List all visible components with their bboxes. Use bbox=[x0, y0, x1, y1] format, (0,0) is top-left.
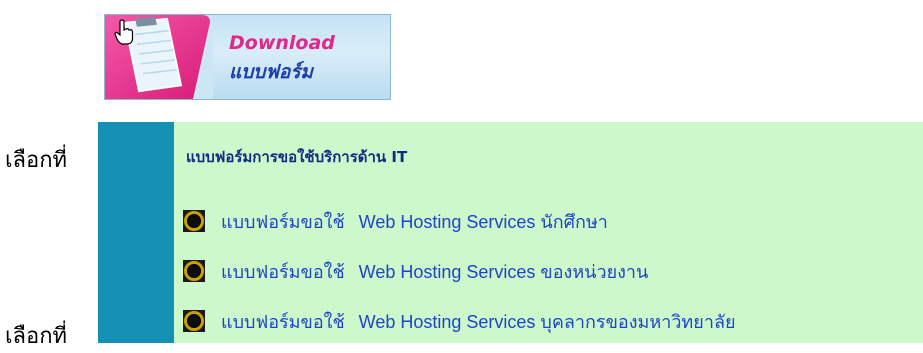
form-link-prefix: แบบฟอร์มขอใช้ bbox=[221, 211, 345, 232]
form-link-text: Web Hosting Services บุคลากรของมหาวิทยาล… bbox=[358, 311, 736, 332]
form-link-department-hosting[interactable]: แบบฟอร์มขอใช้ Web Hosting Services ของหน… bbox=[183, 259, 648, 283]
panel-sidebar bbox=[98, 122, 174, 343]
step-1-label: เลือกที่ bbox=[5, 148, 68, 173]
form-link-prefix: แบบฟอร์มขอใช้ bbox=[221, 261, 345, 282]
panel-content: แบบฟอร์มการขอใช้บริการด้าน IT แบบฟอร์มขอ… bbox=[174, 122, 923, 343]
download-form-button[interactable]: Download แบบฟอร์ม bbox=[104, 14, 391, 100]
step-2-label: เลือกที่ bbox=[5, 324, 68, 349]
panel-title: แบบฟอร์มการขอใช้บริการด้าน IT bbox=[186, 148, 408, 166]
hand-cursor-icon bbox=[114, 19, 134, 45]
banner-download-text: Download bbox=[229, 32, 335, 54]
form-link-text: Web Hosting Services นักศึกษา bbox=[358, 211, 608, 232]
bullet-icon bbox=[183, 210, 205, 232]
it-forms-panel: แบบฟอร์มการขอใช้บริการด้าน IT แบบฟอร์มขอ… bbox=[98, 122, 923, 343]
bullet-icon bbox=[183, 310, 205, 332]
form-link-text: Web Hosting Services ของหน่วยงาน bbox=[358, 261, 649, 282]
bullet-icon bbox=[183, 260, 205, 282]
banner-form-text: แบบฟอร์ม bbox=[229, 61, 313, 83]
form-link-staff-hosting[interactable]: แบบฟอร์มขอใช้ Web Hosting Services บุคลา… bbox=[183, 309, 736, 333]
form-link-prefix: แบบฟอร์มขอใช้ bbox=[221, 311, 345, 332]
form-link-student-hosting[interactable]: แบบฟอร์มขอใช้ Web Hosting Services นักศึ… bbox=[183, 209, 608, 233]
